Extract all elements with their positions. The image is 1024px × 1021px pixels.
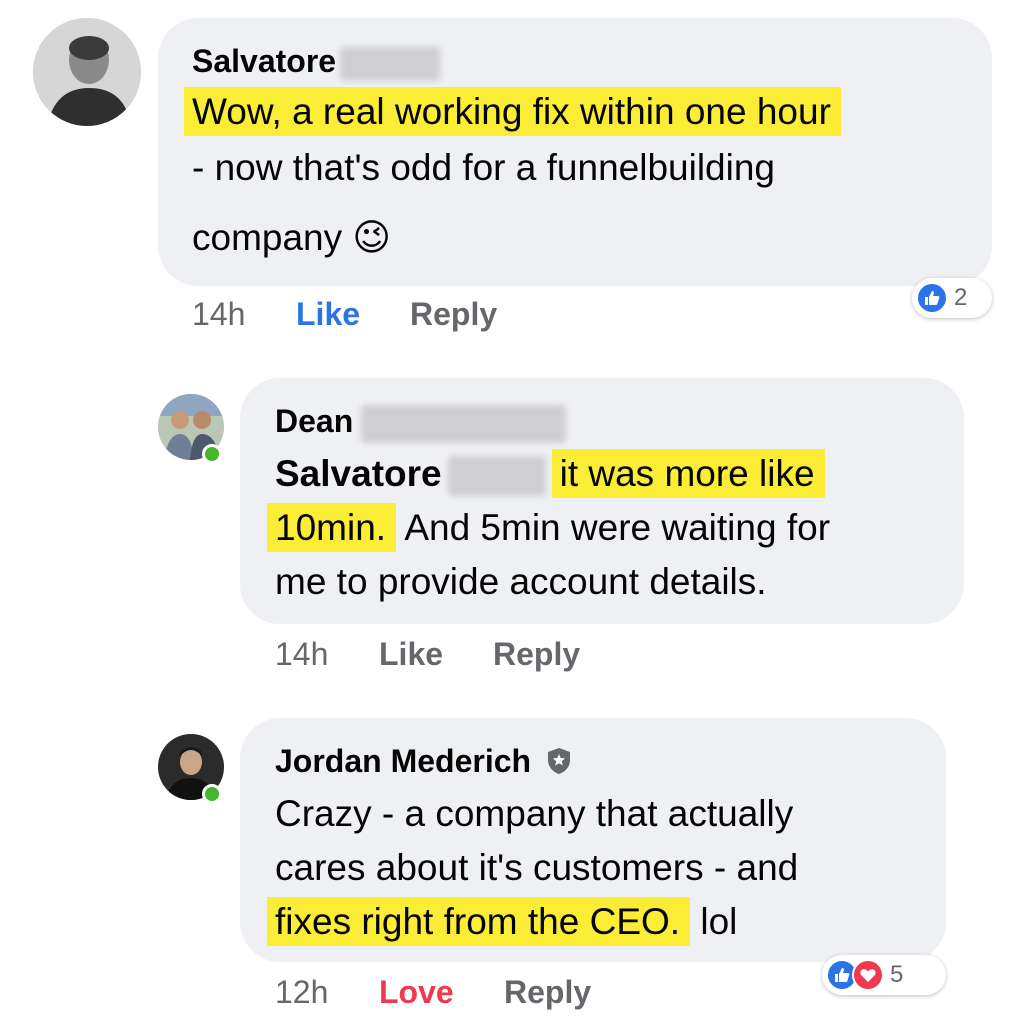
comment-actions: 12h Love Reply — [275, 974, 675, 1014]
reply-button[interactable]: Reply — [504, 974, 591, 1011]
comment-text-line: fixes right from the CEO. lol — [267, 897, 737, 946]
comment-text-line: Salvatore it was more like — [275, 449, 825, 498]
love-button[interactable]: Love — [379, 974, 454, 1011]
reaction-summary[interactable]: 5 — [822, 955, 946, 995]
comment-timestamp: 12h — [275, 974, 329, 1010]
reaction-count: 2 — [954, 284, 968, 311]
highlighted-text: 10min. — [267, 503, 397, 552]
redacted-surname — [361, 404, 567, 443]
highlighted-text: it was more like — [551, 449, 825, 498]
online-status-indicator — [202, 784, 222, 804]
comment-text-line: cares about it's customers - and — [275, 847, 799, 888]
mention-link[interactable]: Salvatore — [275, 453, 442, 494]
love-icon — [852, 959, 884, 991]
like-button[interactable]: Like — [379, 636, 443, 673]
reaction-count: 5 — [890, 961, 904, 988]
like-button[interactable]: Like — [296, 296, 360, 333]
reply-button[interactable]: Reply — [410, 296, 497, 333]
comment-actions: 14h Like Reply — [192, 296, 592, 336]
comment-text-line: - now that's odd for a funnelbuilding — [192, 147, 776, 188]
redacted-surname — [447, 456, 546, 497]
shield-icon — [546, 745, 572, 783]
comment-text-line: 10min. And 5min were waiting for — [267, 503, 830, 552]
reaction-summary[interactable]: 2 — [912, 278, 992, 318]
comment-actions: 14h Like Reply — [275, 636, 675, 676]
comment-text-line: Wow, a real working fix within one hour — [184, 87, 841, 136]
highlighted-text: Wow, a real working fix within one hour — [184, 87, 841, 136]
comment-timestamp: 14h — [192, 296, 246, 332]
comment-author[interactable]: Dean — [275, 402, 567, 443]
comment-author[interactable]: Salvatore — [192, 42, 441, 81]
comment-author[interactable]: Jordan Mederich — [275, 742, 572, 783]
like-icon — [916, 282, 948, 314]
comment-timestamp: 14h — [275, 636, 329, 672]
avatar[interactable] — [33, 18, 141, 126]
reply-button[interactable]: Reply — [493, 636, 580, 673]
redacted-surname — [340, 46, 441, 81]
comment-text-line: me to provide account details. — [275, 561, 767, 602]
highlighted-text: fixes right from the CEO. — [267, 897, 691, 946]
online-status-indicator — [202, 444, 222, 464]
comment-text-line: company 😉 — [192, 217, 391, 258]
comment-text-line: Crazy - a company that actually — [275, 793, 794, 834]
wink-emoji-icon: 😉 — [352, 217, 391, 258]
